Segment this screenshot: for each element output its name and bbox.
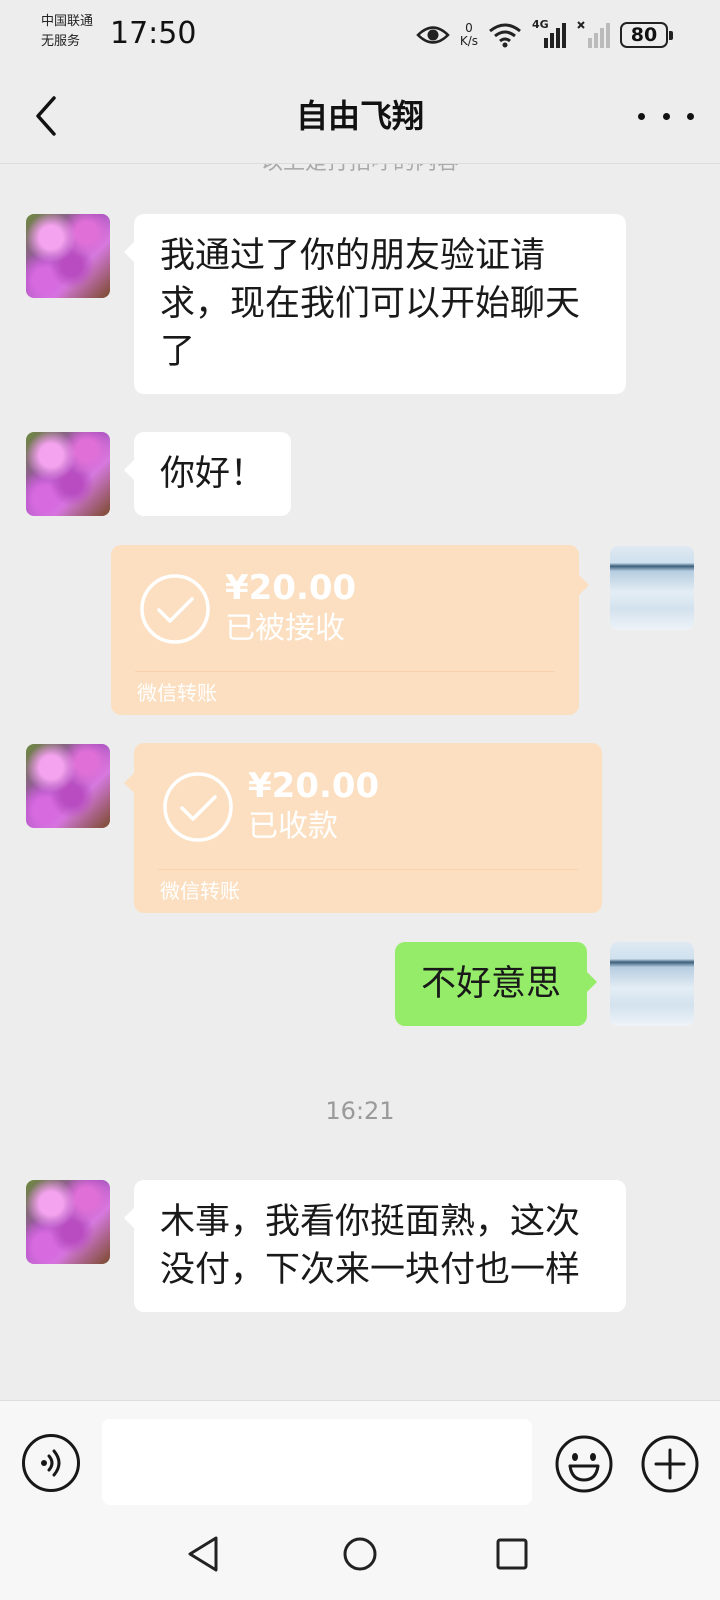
plus-icon bbox=[641, 1435, 699, 1493]
contact-avatar[interactable] bbox=[26, 1180, 110, 1264]
transfer-status: 已收款 bbox=[248, 809, 338, 844]
status-time: 17:50 bbox=[110, 16, 197, 51]
carrier-info: 中国联通 无服务 bbox=[41, 12, 93, 52]
status-icons: 0 K/s 4G 80 bbox=[416, 18, 673, 52]
message-bubble-sent[interactable]: 不好意思 bbox=[394, 942, 598, 1026]
my-avatar[interactable] bbox=[610, 942, 694, 1026]
signal-bars-icon bbox=[544, 23, 566, 48]
my-avatar[interactable] bbox=[610, 546, 694, 630]
chat-title: 自由飞翔 bbox=[295, 97, 424, 135]
voice-button[interactable] bbox=[22, 1434, 80, 1492]
square-recent-icon[interactable] bbox=[488, 1530, 536, 1578]
message-bubble-received[interactable]: 你好！ bbox=[123, 432, 292, 516]
transfer-status: 已被接收 bbox=[225, 611, 345, 646]
circle-home-icon[interactable] bbox=[336, 1530, 384, 1578]
emoji-icon bbox=[555, 1435, 613, 1493]
wifi-icon bbox=[489, 23, 521, 48]
transfer-label: 微信转账 bbox=[137, 681, 217, 705]
carrier-name: 中国联通 bbox=[41, 14, 94, 29]
chat-header: 自由飞翔 bbox=[0, 68, 720, 164]
network-speed-unit: K/s bbox=[459, 34, 478, 48]
more-dots-icon bbox=[638, 112, 645, 120]
network-speed: 0 K/s bbox=[460, 22, 478, 48]
more-button[interactable] bbox=[638, 98, 694, 134]
contact-avatar[interactable] bbox=[26, 214, 110, 298]
system-navigation-bar bbox=[0, 1510, 720, 1600]
plus-button[interactable] bbox=[640, 1434, 700, 1494]
signal-4g: 4G bbox=[532, 18, 566, 50]
battery-indicator: 80 bbox=[620, 22, 673, 48]
transfer-divider bbox=[135, 671, 555, 672]
status-bar: 中国联通 无服务 17:50 0 K/s 4G 80 bbox=[0, 0, 720, 68]
message-input[interactable] bbox=[102, 1419, 532, 1505]
no-signal-icon bbox=[577, 21, 610, 48]
carrier-service: 无服务 bbox=[41, 34, 81, 49]
transfer-divider bbox=[158, 869, 578, 870]
more-dot bbox=[687, 112, 694, 120]
emoji-button[interactable] bbox=[554, 1434, 614, 1494]
message-bubble-received[interactable]: 木事，我看你挺面熟，这次没付，下次来一块付也一样 bbox=[124, 1180, 626, 1312]
eye-icon bbox=[416, 26, 450, 44]
contact-avatar[interactable] bbox=[26, 744, 110, 828]
transfer-card-sent[interactable]: ¥20.00 已被接收 微信转账 bbox=[111, 545, 589, 715]
system-message: 以上是打招呼的内容 bbox=[0, 164, 720, 178]
timestamp: 16:21 bbox=[325, 1097, 395, 1125]
input-bar bbox=[0, 1400, 720, 1510]
check-circle-icon bbox=[163, 772, 233, 842]
transfer-card-received[interactable]: ¥20.00 已收款 微信转账 bbox=[124, 743, 602, 913]
check-circle-icon bbox=[140, 574, 210, 644]
transfer-amount: ¥20.00 bbox=[225, 568, 357, 608]
transfer-label: 微信转账 bbox=[160, 879, 240, 903]
voice-icon bbox=[41, 1449, 61, 1477]
message-bubble-received[interactable]: 我通过了你的朋友验证请求，现在我们可以开始聊天了 bbox=[124, 214, 626, 394]
transfer-amount: ¥20.00 bbox=[248, 766, 380, 806]
chat-area[interactable]: 以上是打招呼的内容 我通过了你的朋友验证请求，现在我们可以开始聊天了 你好！ ¥… bbox=[0, 164, 720, 1400]
contact-avatar[interactable] bbox=[26, 432, 110, 516]
triangle-back-icon[interactable] bbox=[180, 1530, 228, 1578]
more-dot bbox=[662, 112, 670, 120]
